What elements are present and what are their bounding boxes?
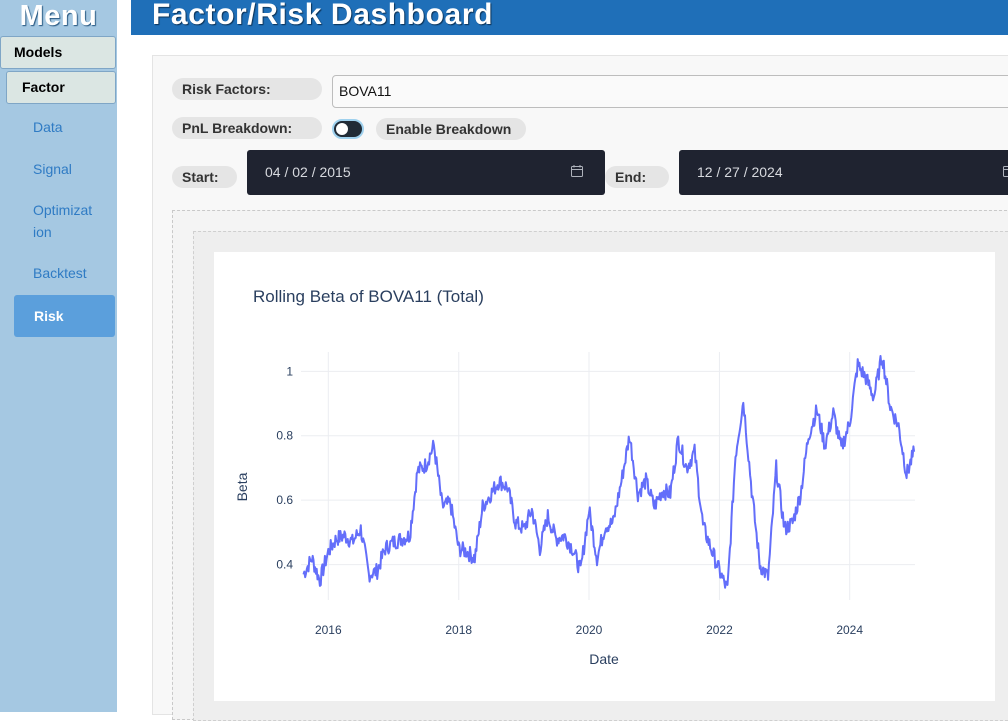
start-date-input[interactable]: 04 / 02 / 2015 (247, 150, 605, 195)
series-line (304, 356, 915, 588)
enable-breakdown-label: Enable Breakdown (376, 118, 526, 140)
chart-card: Rolling Beta of BOVA11 (Total) 0.4 0.6 0.8… (214, 252, 995, 701)
menu-title: Menu (0, 0, 117, 34)
sidebar-item-optimization[interactable]: Optimizat ion (33, 199, 92, 243)
y-axis-label: Beta (234, 472, 250, 501)
rolling-beta-chart: Rolling Beta of BOVA11 (Total) 0.4 0.6 0.8… (214, 252, 995, 701)
end-date-input[interactable]: 12 / 27 / 2024 (679, 150, 1008, 195)
sidebar-item-backtest[interactable]: Backtest (33, 262, 87, 284)
y-tick-label: 1 (286, 364, 293, 378)
sidebar-item-risk[interactable]: Risk (14, 295, 115, 337)
page-title: Factor/Risk Dashboard (152, 0, 493, 32)
sidebar-item-data[interactable]: Data (33, 116, 63, 138)
start-date-value: 04 / 02 / 2015 (265, 164, 351, 180)
risk-factors-label: Risk Factors: (172, 78, 322, 100)
calendar-icon[interactable] (1003, 165, 1008, 177)
sidebar-group-models[interactable]: Models (0, 36, 116, 69)
y-tick-label: 0.6 (276, 493, 293, 507)
x-tick-label: 2018 (445, 623, 472, 637)
end-label: End: (605, 166, 669, 188)
x-axis-label: Date (589, 651, 619, 667)
header-bar: Factor/Risk Dashboard (131, 0, 1008, 35)
sidebar-subgroup-factor[interactable]: Factor (6, 71, 116, 104)
y-tick-label: 0.4 (276, 558, 293, 572)
sidebar: Menu Models Factor Data Signal Optimizat… (0, 0, 117, 712)
sidebar-item-signal[interactable]: Signal (33, 158, 72, 180)
pnl-breakdown-toggle[interactable] (332, 119, 364, 139)
x-tick-label: 2016 (315, 623, 342, 637)
chart-ticks: 0.4 0.6 0.8 1 2016 2018 2020 2022 2024 (276, 364, 863, 637)
x-tick-label: 2022 (706, 623, 733, 637)
chart-grid (301, 352, 915, 600)
y-tick-label: 0.8 (276, 429, 293, 443)
toggle-knob (336, 123, 348, 135)
x-tick-label: 2020 (576, 623, 603, 637)
x-tick-label: 2024 (836, 623, 863, 637)
calendar-icon[interactable] (571, 165, 583, 177)
risk-factors-dropdown[interactable]: BOVA11 (332, 75, 1008, 108)
chart-title: Rolling Beta of BOVA11 (Total) (253, 287, 484, 306)
start-label: Start: (172, 166, 237, 188)
end-date-value: 12 / 27 / 2024 (697, 164, 783, 180)
pnl-breakdown-label: PnL Breakdown: (172, 117, 322, 139)
